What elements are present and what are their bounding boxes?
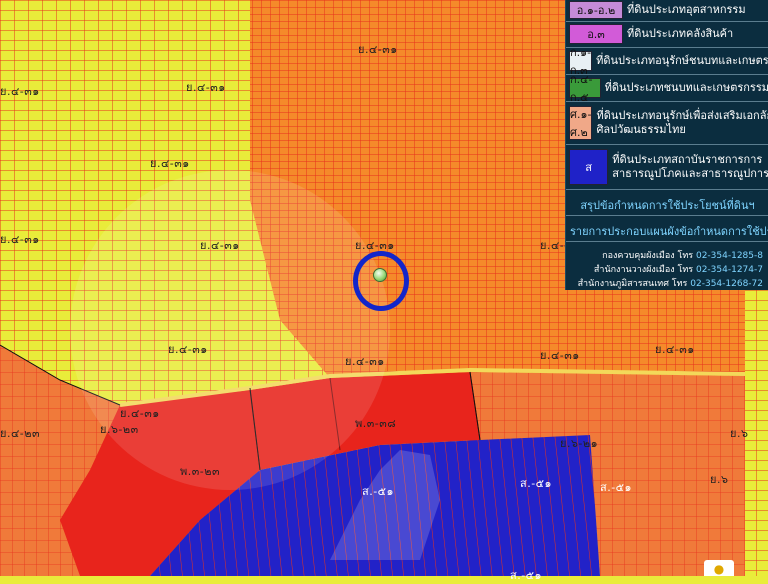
legend-item-institutional[interactable]: ส ที่ดินประเภทสถาบันราชการการ สาธารณูปโภ… [566,147,768,187]
office-contact: กองควบคุมผังเมือง โทร 02-354-1285-8 [602,251,763,261]
zone-label: ย.๔-๓๑ [200,239,240,252]
zone-label: ย.๔-๓๑ [358,43,398,56]
office-phone[interactable]: 02-354-1274-7 [696,265,763,275]
zone-label: ย.๔-๓๑ [655,343,695,356]
street-view-icon[interactable]: ● [704,560,734,576]
zone-label: พ.๓-๒๓ [180,465,221,478]
office-phone[interactable]: 02-354-1268-72 [690,279,763,289]
legend-item-industrial[interactable]: อ.๑-อ.๒ ที่ดินประเภทอุตสาหกรรม [566,0,768,20]
legend-divider [566,47,768,48]
watermark-shape [70,170,390,490]
office-contact: สำนักงานภูมิสารสนเทศ โทร 02-354-1268-72 [577,279,763,289]
legend-divider [566,144,768,145]
legend-divider [566,241,768,242]
office-contact: สำนักงานวางผังเมือง โทร 02-354-1274-7 [593,265,763,275]
legend-divider [566,215,768,216]
zone-label: ย.๖-๒๑ [560,437,599,450]
legend-label: ที่ดินประเภทอนุรักษ์ชนบทและเกษตรกรรม [596,54,768,67]
zone-label: ย.๔-๓๑ [540,349,580,362]
legend-divider [566,101,768,102]
legend-divider [566,189,768,190]
legend-label: ที่ดินประเภทคลังสินค้า [627,27,734,40]
zone-label: ย.๔-๓๑ [0,85,40,98]
zone-label: ย.๖ [730,427,749,440]
zone-label: ส.-๕๑ [362,485,394,498]
legend-label: ที่ดินประเภทชนบทและเกษตรกรรม [604,81,768,94]
legend-swatch: ศ.๑-ศ.๒ [569,106,593,140]
zone-label: ส.-๕๑ [600,481,632,494]
legend-swatch: อ.๓ [569,24,623,44]
legend-label: ที่ดินประเภทอุตสาหกรรม [627,3,746,16]
land-use-summary-link[interactable]: สรุปข้อกำหนดการใช้ประโยชน์ที่ดินฯ [566,196,768,214]
legend-divider [566,21,768,22]
legend-item-thai-culture[interactable]: ศ.๑-ศ.๒ ที่ดินประเภทอนุรักษ์เพื่อส่งเสริ… [566,104,768,142]
zone-label: พ.๓-๓๘ [355,417,397,430]
legend-swatch: ส [569,149,609,185]
zone-label: ย.๔-๓๑ [0,233,40,246]
office-phone[interactable]: 02-354-1285-8 [696,251,763,261]
zone-label: ย.๔-๓๑ [186,81,226,94]
zone-label: ย.๔-๓๑ [150,157,190,170]
zone-label: ย.๖-๒๓ [100,423,139,436]
legend-item-rural-agri[interactable]: ก.๔-ก.๕ ที่ดินประเภทชนบทและเกษตรกรรม [566,73,768,104]
legend-panel: อ.๑-อ.๒ ที่ดินประเภทอุตสาหกรรม อ.๓ ที่ดิ… [565,0,768,290]
zone-label: ย.๔-๒๓ [0,427,41,440]
legend-label: ที่ดินประเภทอนุรักษ์เพื่อส่งเสริมเอกลักษ… [596,109,768,136]
zone-label: ส.-๕๑ [510,569,542,582]
zone-label: ย.๖ [710,473,729,486]
legend-item-rural-conservation[interactable]: ก.๑-ก.๓ ที่ดินประเภทอนุรักษ์ชนบทและเกษตร… [566,46,768,77]
plan-details-link[interactable]: รายการประกอบแผนผังข้อกำหนดการใช้ประโยชน์ [570,222,768,240]
legend-swatch: อ.๑-อ.๒ [569,1,623,19]
legend-item-warehouse[interactable]: อ.๓ ที่ดินประเภทคลังสินค้า [566,23,768,45]
legend-swatch: ก.๑-ก.๓ [569,46,593,77]
zone-label: ย.๔-๓๑ [345,355,385,368]
location-pin-icon[interactable] [373,268,387,282]
legend-swatch: ก.๔-ก.๕ [569,73,601,104]
legend-label: ที่ดินประเภทสถาบันราชการการ สาธารณูปโภคแ… [612,153,768,180]
zone-label: ส.-๕๑ [520,477,552,490]
zone-label: ย.๔-๓๑ [168,343,208,356]
